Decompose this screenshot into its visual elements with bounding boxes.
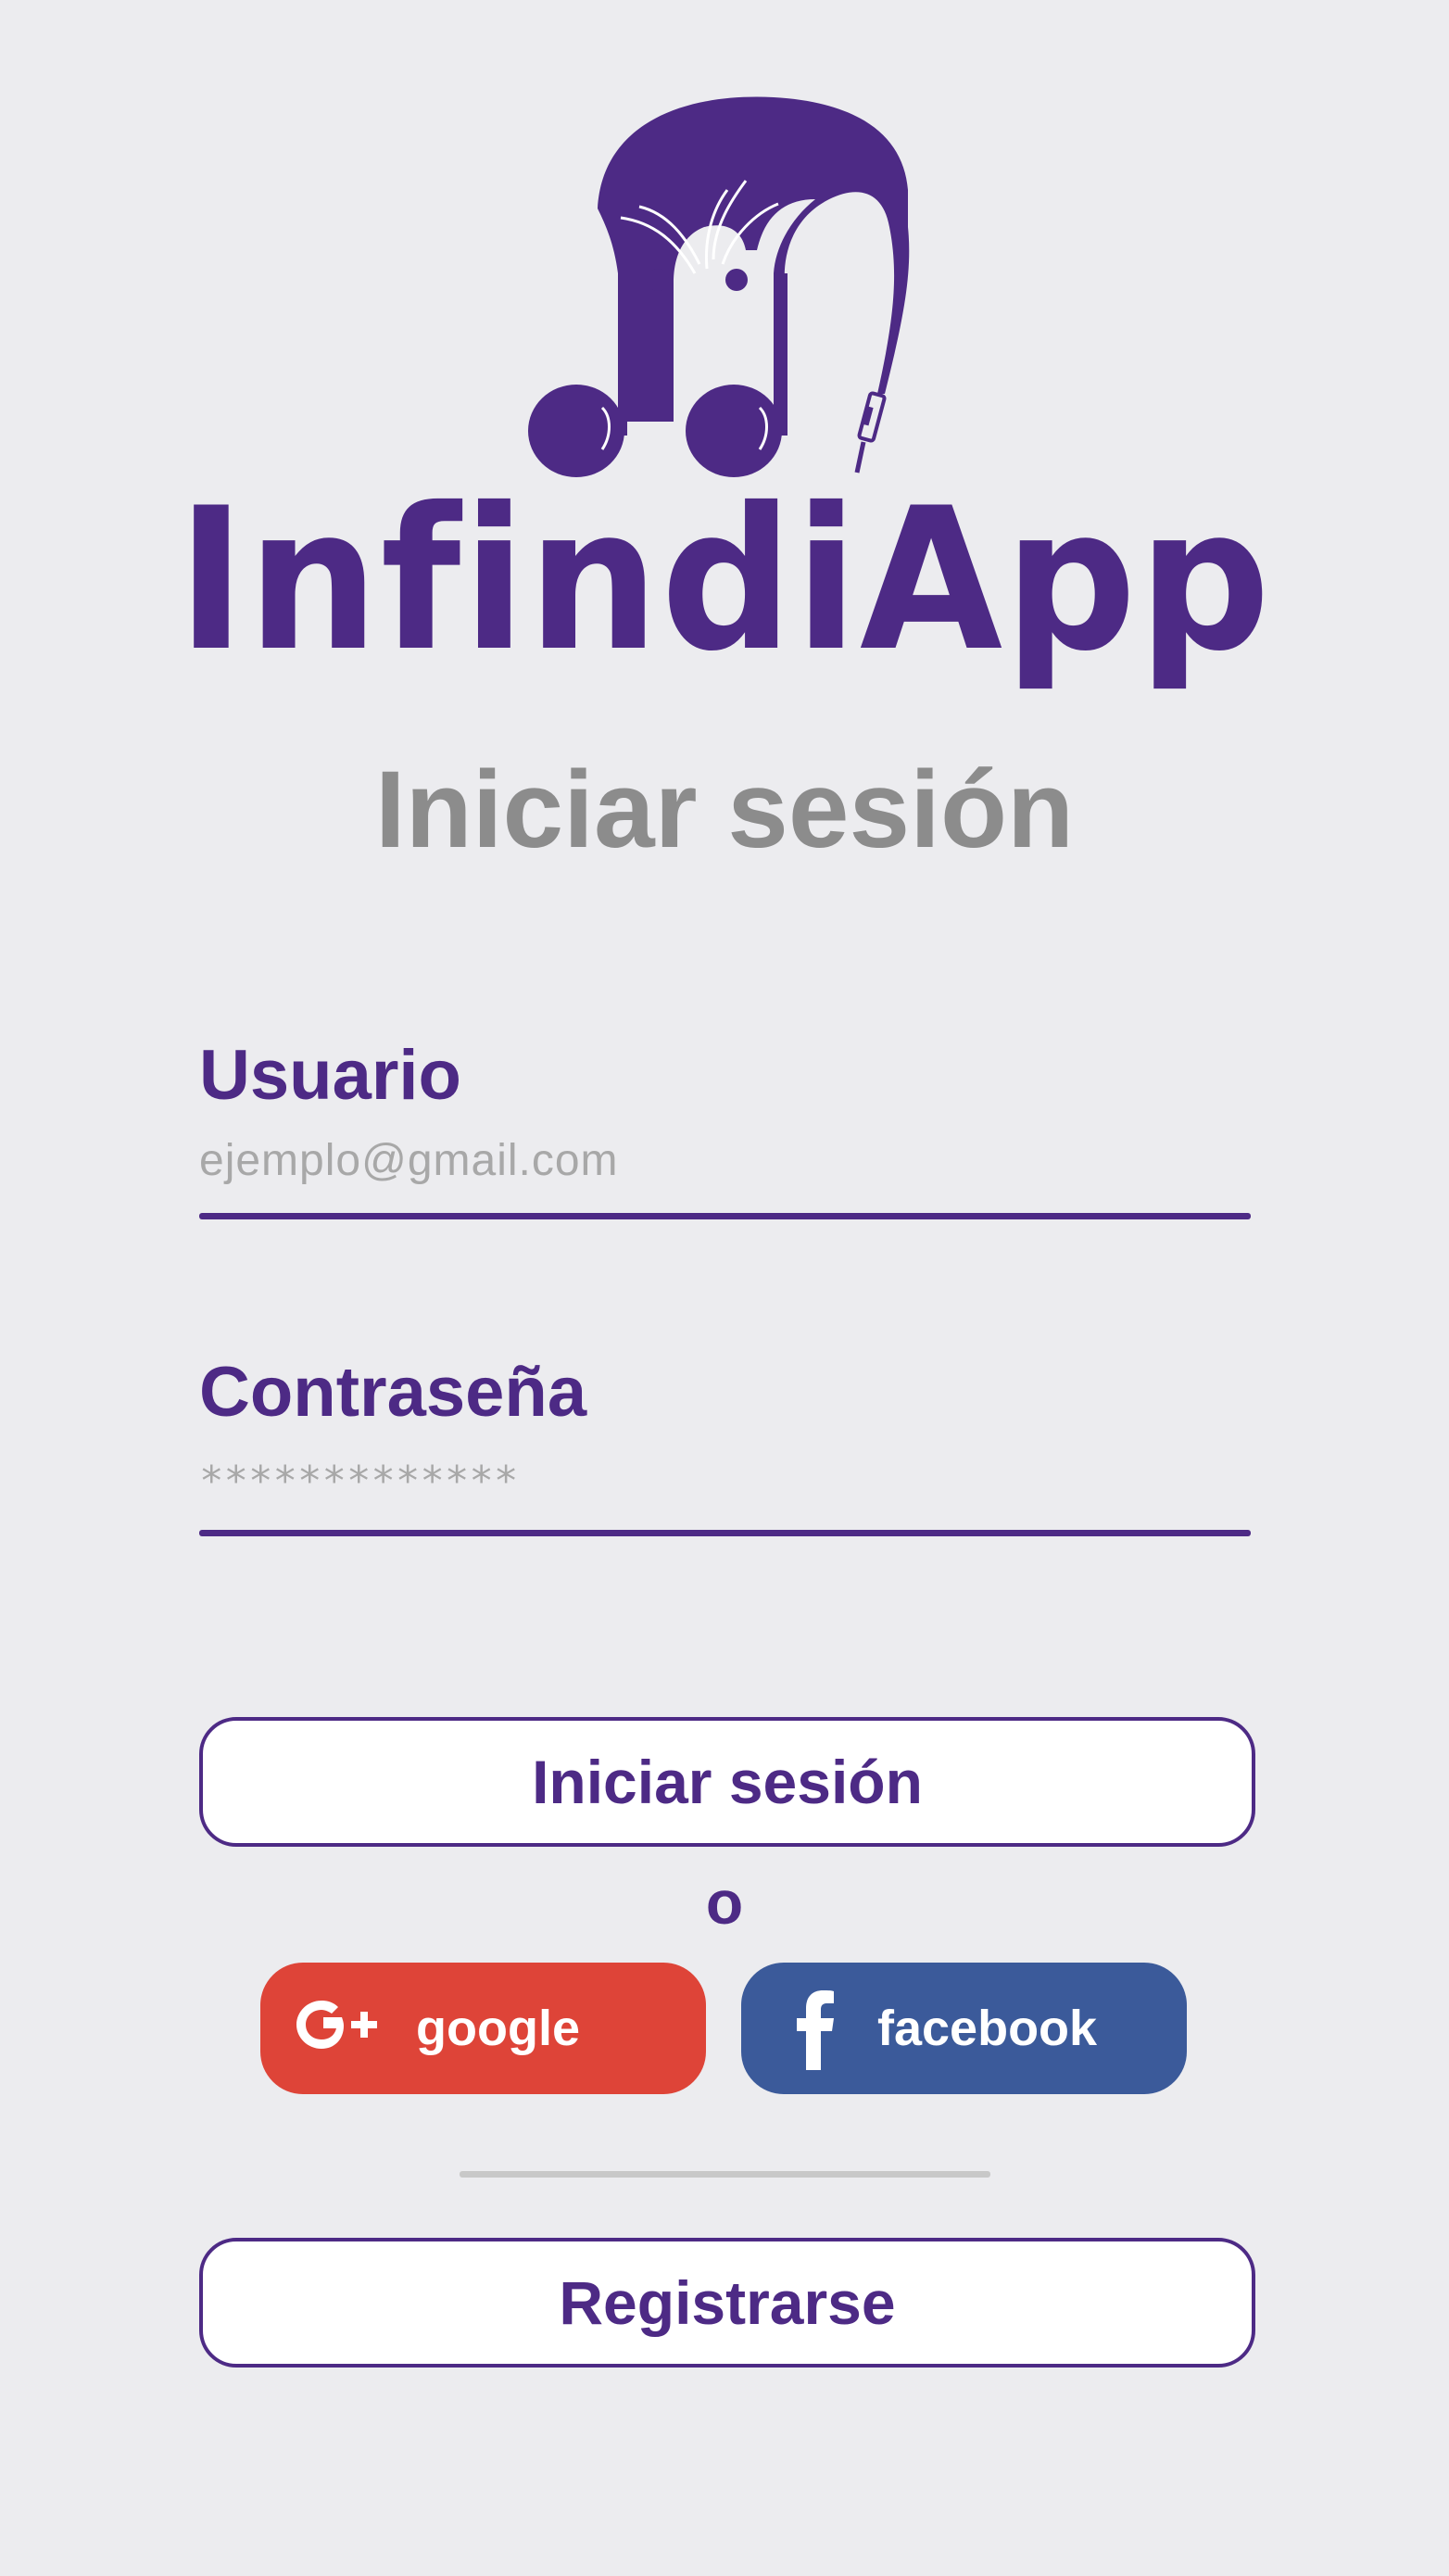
password-field[interactable]: Contraseña *************: [199, 1357, 1251, 1536]
username-underline: [199, 1213, 1251, 1219]
google-login-button[interactable]: google: [260, 1963, 706, 2094]
app-logo-icon: [514, 88, 940, 486]
password-input[interactable]: *************: [199, 1461, 1251, 1502]
facebook-label: facebook: [877, 2001, 1098, 2056]
login-button[interactable]: Iniciar sesión: [199, 1717, 1255, 1847]
google-plus-icon: [296, 1991, 388, 2065]
password-label: Contraseña: [199, 1353, 587, 1432]
username-field[interactable]: Usuario ejemplo@gmail.com: [199, 1041, 1251, 1219]
divider: [460, 2171, 990, 2178]
facebook-login-button[interactable]: facebook: [741, 1963, 1187, 2094]
username-input[interactable]: ejemplo@gmail.com: [199, 1139, 1251, 1185]
password-underline: [199, 1530, 1251, 1536]
or-separator-text: o: [705, 1868, 744, 1937]
username-label: Usuario: [199, 1036, 461, 1115]
page-title: Iniciar sesión: [374, 749, 1075, 871]
google-label: google: [416, 2001, 580, 2056]
app-name: InfindiApp: [176, 465, 1273, 694]
register-button[interactable]: Registrarse: [199, 2238, 1255, 2368]
facebook-icon: [792, 1987, 838, 2070]
